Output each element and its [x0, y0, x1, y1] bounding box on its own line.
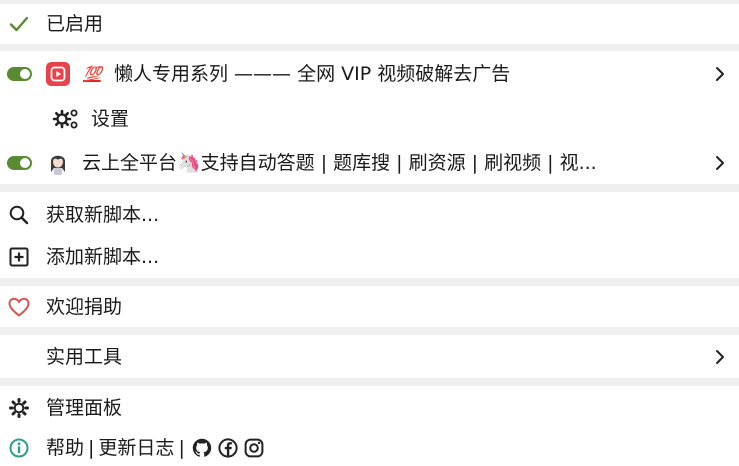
donate-section: 欢迎捐助 — [0, 286, 739, 327]
chevron-right-icon[interactable] — [713, 347, 727, 367]
add-new-script-label: 添加新脚本... — [46, 246, 160, 268]
github-icon[interactable] — [191, 437, 213, 459]
dashboard-label: 管理面板 — [46, 397, 123, 419]
changelog-link[interactable]: 更新日志 — [98, 436, 174, 460]
get-new-script-item[interactable]: 获取新脚本... — [0, 195, 739, 235]
info-icon — [6, 435, 32, 461]
script-toggle[interactable] — [7, 67, 32, 81]
script-item-lazy-vip[interactable]: 💯 懒人专用系列 ——— 全网 VIP 视频破解去广告 — [0, 54, 739, 94]
donate-label: 欢迎捐助 — [46, 296, 123, 318]
enabled-section: 已启用 — [0, 4, 739, 44]
chevron-right-icon[interactable] — [713, 64, 727, 84]
footer-links: 帮助 | 更新日志 | — [46, 436, 265, 460]
script-actions-section: 获取新脚本... 添加新脚本... — [0, 192, 739, 278]
facebook-icon[interactable] — [217, 437, 239, 459]
script-name: 懒人专用系列 ——— 全网 VIP 视频破解去广告 — [114, 63, 511, 85]
dashboard-item[interactable]: 管理面板 — [0, 388, 739, 428]
tools-label: 实用工具 — [46, 346, 123, 368]
check-icon — [6, 11, 32, 37]
script-settings-item[interactable]: 设置 — [0, 99, 739, 139]
scripts-section: 💯 懒人专用系列 ——— 全网 VIP 视频破解去广告 设置 云上全平台🦄支持自… — [0, 51, 739, 184]
footer-separator: | — [88, 437, 95, 459]
help-link[interactable]: 帮助 — [46, 436, 84, 460]
enabled-label: 已启用 — [46, 13, 104, 35]
heart-icon — [6, 294, 32, 320]
script-toggle[interactable] — [7, 156, 32, 170]
toggle-knob — [20, 69, 30, 79]
plus-square-icon — [6, 244, 32, 270]
anime-avatar-icon — [46, 150, 70, 176]
toggle-knob — [20, 158, 30, 168]
chevron-right-icon[interactable] — [713, 153, 727, 173]
search-icon — [6, 202, 32, 228]
tools-section: 实用工具 — [0, 335, 739, 378]
gears-icon — [52, 106, 80, 132]
add-new-script-item[interactable]: 添加新脚本... — [0, 237, 739, 277]
enabled-header-row[interactable]: 已启用 — [0, 4, 739, 44]
footer-row: 帮助 | 更新日志 | — [0, 431, 739, 465]
userscript-popup-menu: 已启用 💯 懒人专用系列 ——— 全网 VIP 视频破解去广告 设置 云上全平台… — [0, 0, 739, 466]
script-item-cloud-platform[interactable]: 云上全平台🦄支持自动答题 | 题库搜 | 刷资源 | 刷视频 | 视... — [0, 143, 739, 183]
get-new-script-label: 获取新脚本... — [46, 204, 160, 226]
donate-item[interactable]: 欢迎捐助 — [0, 287, 739, 327]
video-play-logo-icon — [46, 62, 70, 86]
dashboard-section: 管理面板 帮助 | 更新日志 | — [0, 386, 739, 466]
footer-separator: | — [178, 437, 185, 459]
instagram-icon[interactable] — [243, 437, 265, 459]
settings-label: 设置 — [91, 108, 130, 130]
script-name: 云上全平台🦄支持自动答题 | 题库搜 | 刷资源 | 刷视频 | 视... — [82, 152, 597, 174]
gear-icon — [6, 395, 32, 421]
hundred-emoji-icon: 💯 — [83, 65, 102, 83]
tools-item[interactable]: 实用工具 — [0, 337, 739, 377]
